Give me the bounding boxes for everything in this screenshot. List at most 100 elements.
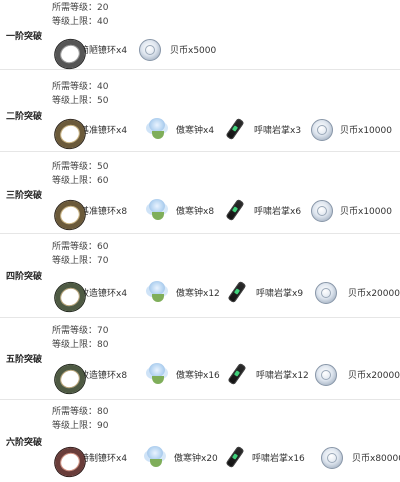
cap-level-value: 40 [97, 17, 109, 27]
material-label: 贝币x10000 [340, 206, 392, 217]
material-list: 基准镣环x8 傲寒钟x8 呼啸岩掌x6 贝币x10000 [52, 195, 392, 225]
material-label: 基准镣环x4 [80, 125, 128, 136]
material-item: 呼啸岩掌x6 [222, 197, 308, 223]
material-label: 呼啸岩掌x12 [256, 370, 309, 381]
material-item: 贝币x10000 [308, 197, 392, 223]
level-requirements: 所需等级：80 等级上限：90 [52, 405, 108, 433]
cap-level-value: 50 [97, 96, 109, 106]
level-requirements: 所需等级：40 等级上限：50 [52, 80, 108, 108]
tier-name: 二阶突破 [6, 112, 43, 122]
req-level-label: 所需等级： [52, 326, 98, 336]
ring-icon [52, 116, 78, 142]
level-requirements: 所需等级：50 等级上限：60 [52, 160, 108, 188]
material-item: 贝币x80000 [318, 444, 400, 470]
req-level-value: 60 [97, 242, 109, 252]
material-item: 贝币x20000 [312, 361, 400, 387]
material-label: 呼啸岩掌x16 [252, 453, 305, 464]
cap-level-label: 等级上限： [52, 17, 98, 27]
tier-name: 四阶突破 [6, 272, 43, 282]
cap-level-value: 70 [97, 256, 109, 266]
tier-row: 五阶突破 所需等级：70 等级上限：80 改造镣环x8 傲寒钟x16 呼啸岩掌x… [0, 318, 400, 400]
material-label: 贝币x20000 [348, 288, 400, 299]
material-item: 简陋镣环x4 [52, 36, 128, 62]
tier-row: 六阶突破 所需等级：80 等级上限：90 特制镣环x4 傲寒钟x20 呼啸岩掌x… [0, 400, 400, 482]
material-item: 贝币x10000 [308, 116, 392, 142]
material-label: 特制镣环x4 [80, 453, 128, 464]
cap-level-label: 等级上限： [52, 176, 98, 186]
material-label: 呼啸岩掌x9 [256, 288, 304, 299]
req-level-value: 80 [97, 407, 109, 417]
material-item: 贝币x20000 [312, 279, 400, 305]
req-level-label: 所需等级： [52, 407, 98, 417]
material-item: 改造镣环x8 [52, 361, 144, 387]
flower-icon [144, 116, 170, 142]
tier-name: 一阶突破 [6, 32, 43, 42]
flower-icon [144, 197, 170, 223]
cap-level-value: 60 [97, 176, 109, 186]
gauntlet-icon [224, 279, 250, 305]
material-list: 改造镣环x8 傲寒钟x16 呼啸岩掌x12 贝币x20000 [52, 359, 400, 389]
req-level-label: 所需等级： [52, 82, 98, 92]
coin-icon [312, 279, 338, 305]
cap-level-value: 80 [97, 340, 109, 350]
flower-icon [142, 444, 168, 470]
tier-row: 四阶突破 所需等级：60 等级上限：70 改造镣环x4 傲寒钟x12 呼啸岩掌x… [0, 234, 400, 318]
coin-icon [136, 36, 162, 62]
material-label: 傲寒钟x4 [176, 125, 215, 136]
material-item: 傲寒钟x20 [142, 444, 222, 470]
material-item: 傲寒钟x12 [144, 279, 224, 305]
level-requirements: 所需等级：70 等级上限：80 [52, 324, 108, 352]
material-label: 改造镣环x4 [80, 288, 128, 299]
tier-row: 三阶突破 所需等级：50 等级上限：60 基准镣环x8 傲寒钟x8 呼啸岩掌x6… [0, 152, 400, 234]
material-label: 呼啸岩掌x6 [254, 206, 302, 217]
req-level-value: 50 [97, 162, 109, 172]
material-list: 改造镣环x4 傲寒钟x12 呼啸岩掌x9 贝币x20000 [52, 277, 400, 307]
material-item: 呼啸岩掌x3 [222, 116, 308, 142]
material-item: 基准镣环x4 [52, 116, 144, 142]
material-item: 呼啸岩掌x12 [224, 361, 312, 387]
material-item: 傲寒钟x8 [144, 197, 222, 223]
material-label: 呼啸岩掌x3 [254, 125, 302, 136]
cap-level-label: 等级上限： [52, 96, 98, 106]
cap-level-label: 等级上限： [52, 340, 98, 350]
req-level-value: 20 [97, 3, 109, 13]
gauntlet-icon [222, 444, 248, 470]
gauntlet-icon [222, 116, 248, 142]
level-requirements: 所需等级：60 等级上限：70 [52, 240, 108, 268]
gauntlet-icon [224, 361, 250, 387]
material-item: 傲寒钟x4 [144, 116, 222, 142]
ring-icon [52, 361, 78, 387]
material-item: 傲寒钟x16 [144, 361, 224, 387]
material-label: 贝币x5000 [170, 45, 217, 56]
coin-icon [308, 116, 334, 142]
material-label: 贝币x20000 [348, 370, 400, 381]
coin-icon [308, 197, 334, 223]
material-list: 基准镣环x4 傲寒钟x4 呼啸岩掌x3 贝币x10000 [52, 114, 392, 144]
ring-icon [52, 36, 78, 62]
material-item: 改造镣环x4 [52, 279, 144, 305]
material-label: 贝币x80000 [352, 453, 400, 464]
material-label: 傲寒钟x8 [176, 206, 215, 217]
material-item: 贝币x5000 [136, 36, 216, 62]
material-list: 简陋镣环x4 贝币x5000 [52, 34, 216, 64]
cap-level-value: 90 [97, 421, 109, 431]
coin-icon [312, 361, 338, 387]
tier-row: 一阶突破 所需等级：20 等级上限：40 简陋镣环x4 贝币x5000 [0, 0, 400, 70]
material-label: 简陋镣环x4 [80, 45, 128, 56]
material-label: 傲寒钟x16 [176, 370, 220, 381]
req-level-value: 70 [97, 326, 109, 336]
req-level-label: 所需等级： [52, 3, 98, 13]
gauntlet-icon [222, 197, 248, 223]
material-label: 基准镣环x8 [80, 206, 128, 217]
flower-icon [144, 361, 170, 387]
material-item: 基准镣环x8 [52, 197, 144, 223]
tier-name: 五阶突破 [6, 355, 43, 365]
cap-level-label: 等级上限： [52, 421, 98, 431]
req-level-label: 所需等级： [52, 242, 98, 252]
cap-level-label: 等级上限： [52, 256, 98, 266]
flower-icon [144, 279, 170, 305]
material-label: 傲寒钟x12 [176, 288, 220, 299]
tier-name: 三阶突破 [6, 191, 43, 201]
req-level-value: 40 [97, 82, 109, 92]
material-item: 呼啸岩掌x9 [224, 279, 312, 305]
